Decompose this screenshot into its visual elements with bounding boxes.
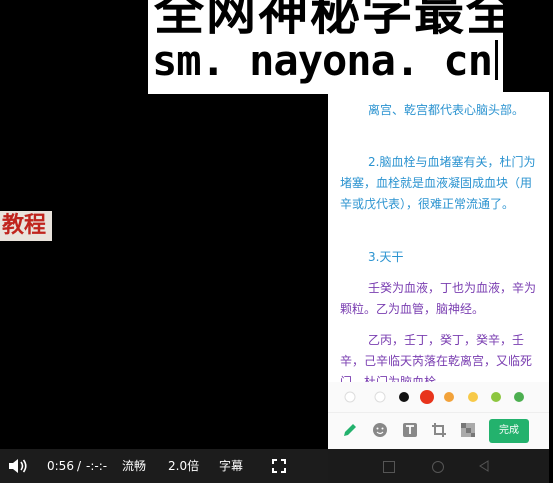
palette-color-swatch[interactable]: [491, 392, 501, 402]
note-paragraph: 2.脑血栓与血堵塞有关，杜门为堵塞，血栓就是血液凝固成血块（用辛或戊代表），很难…: [340, 155, 536, 211]
subtitles-button[interactable]: 字幕: [219, 449, 243, 483]
fullscreen-icon[interactable]: [272, 459, 286, 473]
palette-color-swatch[interactable]: [420, 390, 434, 404]
quality-button[interactable]: 流畅: [122, 449, 146, 483]
editor-toolbar: 完成: [328, 412, 549, 450]
crop-icon[interactable]: [431, 422, 447, 438]
time-separator: /: [77, 459, 82, 473]
total-time: -:-:-: [86, 459, 108, 473]
watermark-banner: 全网神秘学最全 sm. nayona. cn: [148, 0, 503, 94]
color-palette: [328, 382, 549, 412]
current-time: 0:56: [47, 459, 74, 473]
palette-dots: [344, 390, 524, 404]
player-controls: 0:56 / -:-:- 流畅 2.0倍 字幕: [0, 449, 328, 483]
volume-icon[interactable]: [8, 458, 28, 474]
phone-editor: 离宫、乾宫都代表心脑头部。 2.脑血栓与血堵塞有关，杜门为堵塞，血栓就是血液凝固…: [328, 92, 549, 450]
palette-color-swatch[interactable]: [514, 392, 524, 402]
palette-color-swatch[interactable]: [444, 392, 454, 402]
palette-color-swatch[interactable]: [374, 391, 386, 403]
phone-nav-bar: [328, 449, 549, 483]
note-paragraph: 乙丙，壬丁，癸丁，癸辛，壬辛，己辛临天芮落在乾离宫，又临死门、杜门为脑血栓。: [340, 333, 533, 382]
palette-color-swatch[interactable]: [344, 391, 356, 403]
mosaic-icon[interactable]: [460, 422, 476, 438]
speed-button[interactable]: 2.0倍: [168, 449, 199, 483]
recent-apps-icon[interactable]: [383, 461, 395, 473]
left-caption: 教程: [0, 211, 53, 241]
home-icon[interactable]: [432, 461, 444, 473]
note-paragraph: 壬癸为血液，丁也为血液，辛为颗粒。乙为血管，脑神经。: [340, 281, 537, 316]
palette-color-swatch[interactable]: [468, 392, 478, 402]
text-cursor: [495, 40, 498, 80]
note-heading: 3.天干: [368, 250, 404, 264]
watermark-url: sm. nayona. cn: [152, 36, 493, 85]
note-content: 离宫、乾宫都代表心脑头部。 2.脑血栓与血堵塞有关，杜门为堵塞，血栓就是血液凝固…: [328, 92, 549, 382]
note-paragraph: 离宫、乾宫都代表心脑头部。: [368, 103, 525, 117]
back-icon[interactable]: [478, 460, 490, 472]
palette-color-swatch[interactable]: [399, 392, 409, 402]
done-button[interactable]: 完成: [489, 419, 529, 443]
pen-icon[interactable]: [342, 422, 358, 438]
text-icon[interactable]: [402, 422, 418, 438]
emoji-icon[interactable]: [372, 422, 388, 438]
